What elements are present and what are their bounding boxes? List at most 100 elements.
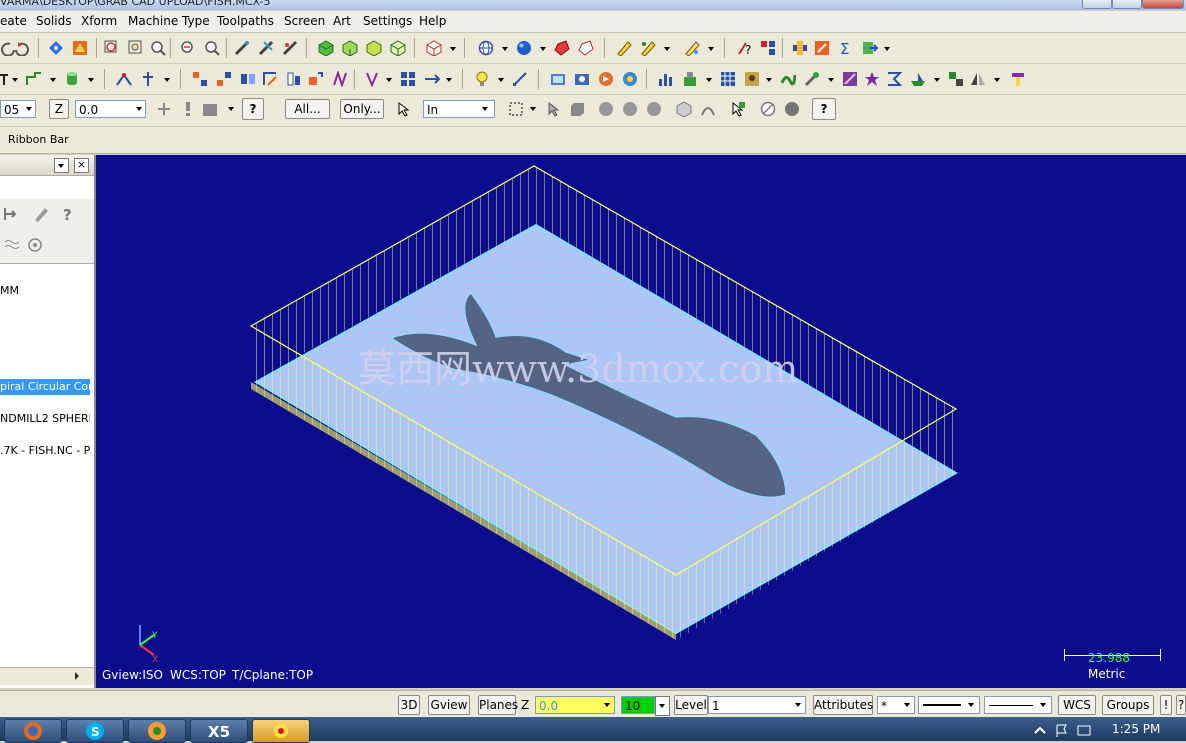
- menu-create[interactable]: eate: [0, 14, 27, 28]
- help-icon[interactable]: ?: [242, 98, 264, 120]
- zoom-out-icon[interactable]: [204, 40, 220, 56]
- backplot-icon[interactable]: [574, 71, 590, 87]
- snake-icon[interactable]: [780, 71, 796, 87]
- taskbar-mastercam[interactable]: X5: [190, 719, 248, 743]
- light-bulb-icon[interactable]: [474, 71, 490, 87]
- properties-icon[interactable]: [814, 40, 830, 56]
- chevron-down-icon[interactable]: [766, 78, 772, 82]
- edge-select-icon[interactable]: [622, 101, 638, 117]
- boat-icon[interactable]: [910, 71, 926, 87]
- level-select[interactable]: 1: [708, 696, 806, 714]
- rotate-icon[interactable]: [262, 71, 278, 87]
- chevron-down-icon[interactable]: [884, 47, 890, 51]
- chevron-down-icon[interactable]: [228, 107, 234, 111]
- scale-icon[interactable]: [286, 71, 302, 87]
- chevron-down-icon[interactable]: [50, 78, 56, 82]
- window-select-icon[interactable]: [508, 101, 524, 117]
- maximize-button[interactable]: [1112, 0, 1142, 9]
- simulate-icon[interactable]: [598, 71, 614, 87]
- unzoom-icon[interactable]: [180, 40, 196, 56]
- pen-icon[interactable]: [684, 40, 700, 56]
- zoom-in-icon[interactable]: [150, 40, 166, 56]
- taskbar-media[interactable]: [128, 719, 186, 743]
- project-icon[interactable]: [332, 71, 348, 87]
- planes-button[interactable]: Planes: [478, 695, 518, 715]
- grid-icon[interactable]: [400, 71, 416, 87]
- translate-icon[interactable]: [192, 71, 208, 87]
- chevron-down-icon[interactable]: [530, 107, 536, 111]
- tool-icon[interactable]: [804, 71, 820, 87]
- attributes-button[interactable]: Attributes: [813, 695, 873, 715]
- chevron-down-icon[interactable]: [498, 78, 504, 82]
- chevron-down-icon[interactable]: [904, 703, 910, 707]
- analyze-icon[interactable]: ?: [736, 40, 752, 56]
- status-z-field[interactable]: 0.0: [535, 696, 615, 714]
- operation-tool[interactable]: NDMILL2 SPHERE: [0, 412, 90, 425]
- taskbar-skype[interactable]: S: [66, 719, 124, 743]
- lock-icon[interactable]: [33, 206, 49, 222]
- table-grid-icon[interactable]: [720, 71, 736, 87]
- menu-machine-type[interactable]: Machine Type: [128, 14, 210, 28]
- sphere-icon[interactable]: [516, 40, 532, 56]
- pattern-icon[interactable]: [842, 71, 858, 87]
- arrows-icon[interactable]: [424, 71, 440, 87]
- fast-point-icon[interactable]: [156, 101, 172, 117]
- graphics-viewport[interactable]: 莫西网www.3dmox.com Y X Gview:ISO WCS:TOP T…: [96, 155, 1186, 688]
- chevron-down-icon[interactable]: [136, 107, 142, 111]
- move-insert-icon[interactable]: [3, 206, 19, 222]
- trim-icon[interactable]: [116, 71, 132, 87]
- polyline-icon[interactable]: [26, 71, 42, 87]
- drill-icon[interactable]: [364, 71, 380, 87]
- chevron-down-icon[interactable]: [502, 47, 508, 51]
- solid-box-icon[interactable]: [554, 40, 570, 56]
- tray-flag-icon[interactable]: [1054, 723, 1070, 739]
- chevron-down-icon[interactable]: [386, 78, 392, 82]
- export-icon[interactable]: [862, 40, 878, 56]
- minimize-button[interactable]: [1082, 0, 1112, 9]
- wireframe-icon[interactable]: [282, 40, 298, 56]
- image-icon[interactable]: [744, 71, 760, 87]
- wave-icon[interactable]: [4, 237, 20, 253]
- chevron-down-icon[interactable]: [1040, 703, 1046, 707]
- chevron-down-icon[interactable]: [994, 78, 1000, 82]
- level-button[interactable]: Level: [674, 695, 708, 715]
- chevron-down-icon[interactable]: [968, 703, 974, 707]
- side-view-icon[interactable]: [366, 40, 382, 56]
- zoom-window-icon[interactable]: [104, 40, 120, 56]
- color-dropdown[interactable]: [655, 696, 670, 716]
- translate-3d-icon[interactable]: [216, 71, 232, 87]
- chain-icon[interactable]: [760, 40, 776, 56]
- chevron-down-icon[interactable]: [540, 47, 546, 51]
- sum-icon[interactable]: Σ: [838, 40, 854, 56]
- taskbar-firefox[interactable]: [4, 719, 62, 743]
- eraser-icon[interactable]: [578, 40, 594, 56]
- deselect-icon[interactable]: [760, 101, 776, 117]
- exclamation-icon[interactable]: [180, 101, 196, 117]
- zoom-target-icon[interactable]: [128, 40, 144, 56]
- repaint-icon[interactable]: [72, 40, 88, 56]
- tray-arrow-icon[interactable]: [1032, 723, 1048, 739]
- fit-icon[interactable]: [48, 40, 64, 56]
- cube-select-icon[interactable]: [676, 101, 692, 117]
- chevron-down-icon[interactable]: [664, 47, 670, 51]
- blocks-icon[interactable]: [948, 71, 964, 87]
- arc-select-icon[interactable]: [700, 101, 716, 117]
- ball-icon[interactable]: [784, 101, 800, 117]
- break-icon[interactable]: [140, 71, 156, 87]
- chevron-down-icon[interactable]: [706, 78, 712, 82]
- taskbar-active-app[interactable]: [252, 719, 310, 743]
- chevron-down-icon[interactable]: [828, 78, 834, 82]
- menu-xform[interactable]: Xform: [81, 14, 117, 28]
- star-icon[interactable]: [864, 71, 880, 87]
- clamp-icon[interactable]: [1010, 71, 1026, 87]
- top-view-icon[interactable]: [318, 40, 334, 56]
- chevron-down-icon[interactable]: [446, 78, 452, 82]
- chevron-down-icon[interactable]: [482, 107, 488, 111]
- post-icon[interactable]: [622, 71, 638, 87]
- gview-button[interactable]: Gview: [428, 695, 470, 715]
- menu-help[interactable]: Help: [419, 14, 446, 28]
- menu-screen[interactable]: Screen: [284, 14, 325, 28]
- planes-icon[interactable]: [426, 40, 442, 56]
- operation-item-selected[interactable]: piral Circular Conto: [0, 379, 90, 395]
- chart-icon[interactable]: [658, 71, 674, 87]
